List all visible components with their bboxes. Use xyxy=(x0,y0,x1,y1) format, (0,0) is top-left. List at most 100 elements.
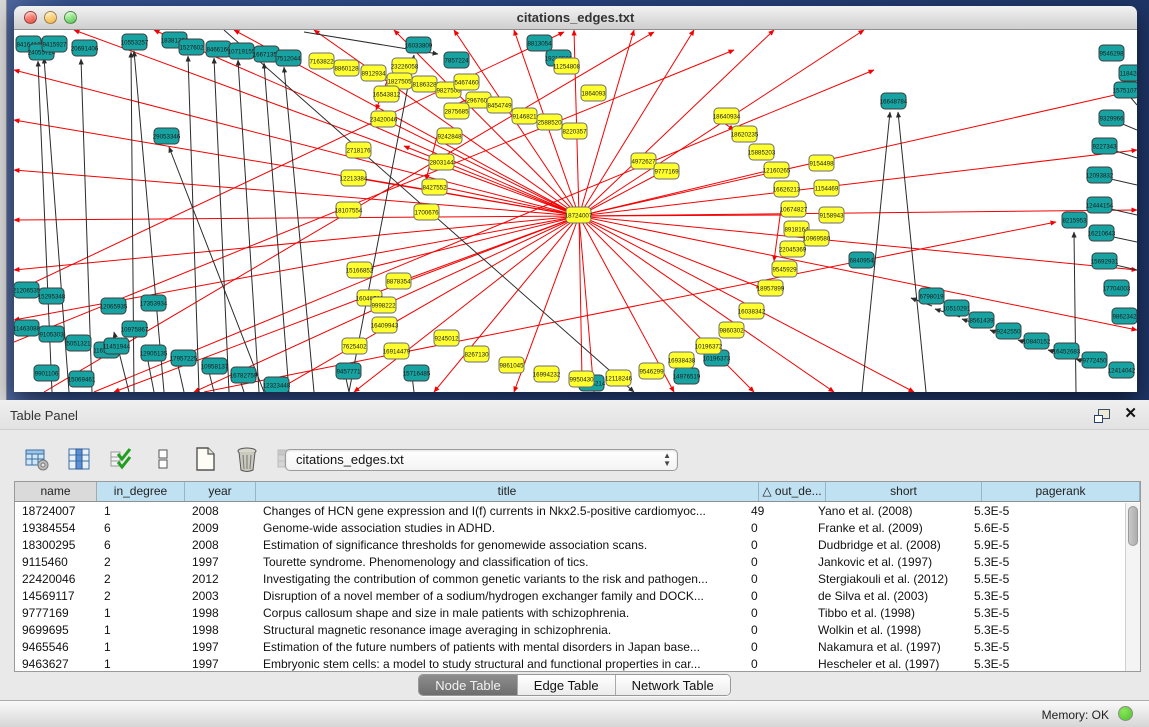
graph-edge[interactable] xyxy=(898,112,926,392)
tab-node-table[interactable]: Node Table xyxy=(419,675,518,695)
table-cell[interactable]: 22420046 xyxy=(15,571,97,588)
table-cell[interactable]: 1997 xyxy=(185,554,256,571)
graph-node[interactable]: 9546299 xyxy=(639,363,664,379)
graph-edge[interactable] xyxy=(94,70,874,392)
graph-node[interactable]: 12160265 xyxy=(763,162,791,178)
graph-node[interactable]: 11254808 xyxy=(553,58,581,74)
graph-edge[interactable] xyxy=(579,216,1137,330)
graph-edge[interactable] xyxy=(360,216,579,270)
table-cell[interactable]: 18300295 xyxy=(15,537,97,554)
graph-node[interactable]: 5467460 xyxy=(454,74,479,90)
table-cell[interactable]: Disruption of a novel member of a sodium… xyxy=(256,588,744,605)
table-cell[interactable]: 9699695 xyxy=(15,622,97,639)
graph-node[interactable]: 8912934 xyxy=(361,65,386,81)
table-cell[interactable]: 2012 xyxy=(185,571,256,588)
graph-edge[interactable] xyxy=(579,216,754,392)
table-cell[interactable]: 1997 xyxy=(185,656,256,671)
graph-node[interactable]: 9245012 xyxy=(434,330,459,346)
graph-node[interactable]: 10510291 xyxy=(943,300,971,316)
graph-node[interactable]: 12093832 xyxy=(1086,167,1114,183)
graph-node[interactable]: 2718176 xyxy=(346,142,371,158)
graph-edge[interactable] xyxy=(359,178,579,216)
table-cell[interactable]: Hescheler et al. (1997) xyxy=(811,656,967,671)
graph-node[interactable]: 18640934 xyxy=(713,108,741,124)
graph-node[interactable]: 9242550 xyxy=(996,323,1021,339)
table-row[interactable]: 977716911998Corpus callosum shape and si… xyxy=(15,605,1125,622)
graph-node[interactable]: 11463088 xyxy=(14,320,41,336)
graph-node[interactable]: 23226058 xyxy=(391,58,419,74)
graph-node[interactable]: 16938438 xyxy=(668,352,696,368)
graph-node[interactable]: 8186328 xyxy=(412,76,437,92)
column-header-name[interactable]: name xyxy=(15,482,97,501)
table-cell[interactable]: 5.3E-5 xyxy=(967,588,1125,605)
graph-node[interactable]: 16914479 xyxy=(383,343,411,359)
graph-node[interactable]: 18620235 xyxy=(731,126,759,142)
table-cell[interactable]: Estimation of significance thresholds fo… xyxy=(256,537,744,554)
graph-edge[interactable] xyxy=(579,215,794,216)
table-row[interactable]: 946362711997Embryonic stem cells: a mode… xyxy=(15,656,1125,671)
graph-node[interactable]: 1184285 xyxy=(1119,65,1137,81)
table-cell[interactable]: 6 xyxy=(97,537,185,554)
table-cell[interactable]: Tourette syndrome. Phenomenology and cla… xyxy=(256,554,744,571)
row-height-icon[interactable] xyxy=(148,444,178,474)
table-cell[interactable]: 5.3E-5 xyxy=(967,605,1125,622)
column-header-pagerank[interactable]: pagerank xyxy=(982,482,1140,501)
table-cell[interactable]: 2 xyxy=(97,571,185,588)
graph-node[interactable]: 9146821 xyxy=(512,108,537,124)
network-canvas[interactable]: 8416412240557249415927206914061055325718… xyxy=(14,30,1137,392)
table-cell[interactable]: Investigating the contribution of common… xyxy=(256,571,744,588)
graph-node[interactable]: 9415927 xyxy=(42,36,67,52)
table-cell[interactable]: 2009 xyxy=(185,520,256,537)
graph-node[interactable]: 18107554 xyxy=(335,202,363,218)
table-row[interactable]: 911546021997Tourette syndrome. Phenomeno… xyxy=(15,554,1125,571)
create-new-table-icon[interactable] xyxy=(190,444,220,474)
table-cell[interactable]: Changes of HCN gene expression and I(f) … xyxy=(256,503,744,520)
graph-node[interactable]: 9158943 xyxy=(819,207,844,223)
table-cell[interactable]: 18724007 xyxy=(15,503,97,520)
graph-node[interactable]: 9772450 xyxy=(1082,352,1107,368)
graph-node[interactable]: 16409943 xyxy=(371,317,399,333)
graph-node[interactable]: 2588520 xyxy=(537,114,562,130)
table-cell[interactable]: Franke et al. (2009) xyxy=(811,520,967,537)
graph-node[interactable]: 9242848 xyxy=(437,128,462,144)
table-cell[interactable]: 1 xyxy=(97,656,185,671)
graph-node[interactable]: 14976519 xyxy=(673,368,701,384)
graph-edge[interactable] xyxy=(188,56,199,392)
graph-edge[interactable] xyxy=(1074,232,1076,392)
graph-node[interactable]: 10674827 xyxy=(780,201,808,217)
graph-node[interactable]: 9457771 xyxy=(336,363,361,379)
table-cell[interactable]: 0 xyxy=(744,622,811,639)
graph-edge[interactable] xyxy=(264,63,289,392)
table-cell[interactable]: 0 xyxy=(744,605,811,622)
table-cell[interactable]: 9115460 xyxy=(15,554,97,571)
graph-node[interactable]: 18724007 xyxy=(565,207,593,223)
graph-node[interactable]: 16543812 xyxy=(373,86,401,102)
graph-node[interactable]: 9329966 xyxy=(1099,110,1124,126)
table-cell[interactable]: 6 xyxy=(97,520,185,537)
graph-node[interactable]: 9901106 xyxy=(34,365,59,381)
close-panel-icon[interactable]: ✕ xyxy=(1124,406,1137,421)
graph-node[interactable]: 18957899 xyxy=(757,280,785,296)
table-cell[interactable]: 2008 xyxy=(185,537,256,554)
table-cell[interactable]: 19384554 xyxy=(15,520,97,537)
graph-node[interactable]: 2875685 xyxy=(444,103,469,119)
graph-node[interactable]: 8878354 xyxy=(386,273,411,289)
table-cell[interactable]: 1998 xyxy=(185,605,256,622)
graph-node[interactable]: 15069461 xyxy=(68,371,96,387)
graph-node[interactable]: 9546298 xyxy=(1099,45,1124,61)
table-cell[interactable]: 0 xyxy=(744,639,811,656)
graph-edge[interactable] xyxy=(579,150,1137,216)
graph-node[interactable]: 8860128 xyxy=(334,60,359,76)
table-cell[interactable]: 0 xyxy=(744,520,811,537)
table-cell[interactable]: 1997 xyxy=(185,639,256,656)
delete-table-icon[interactable] xyxy=(232,444,262,474)
graph-node[interactable]: 9950430 xyxy=(569,371,594,387)
table-cell[interactable]: 0 xyxy=(744,537,811,554)
table-cell[interactable]: 0 xyxy=(744,554,811,571)
table-cell[interactable]: 1998 xyxy=(185,622,256,639)
graph-node[interactable]: 9154498 xyxy=(809,155,834,171)
table-cell[interactable]: Nakamura et al. (1997) xyxy=(811,639,967,656)
graph-edge[interactable] xyxy=(579,210,1137,216)
table-cell[interactable]: Structural magnetic resonance image aver… xyxy=(256,622,744,639)
graph-node[interactable]: 17353934 xyxy=(140,295,168,311)
